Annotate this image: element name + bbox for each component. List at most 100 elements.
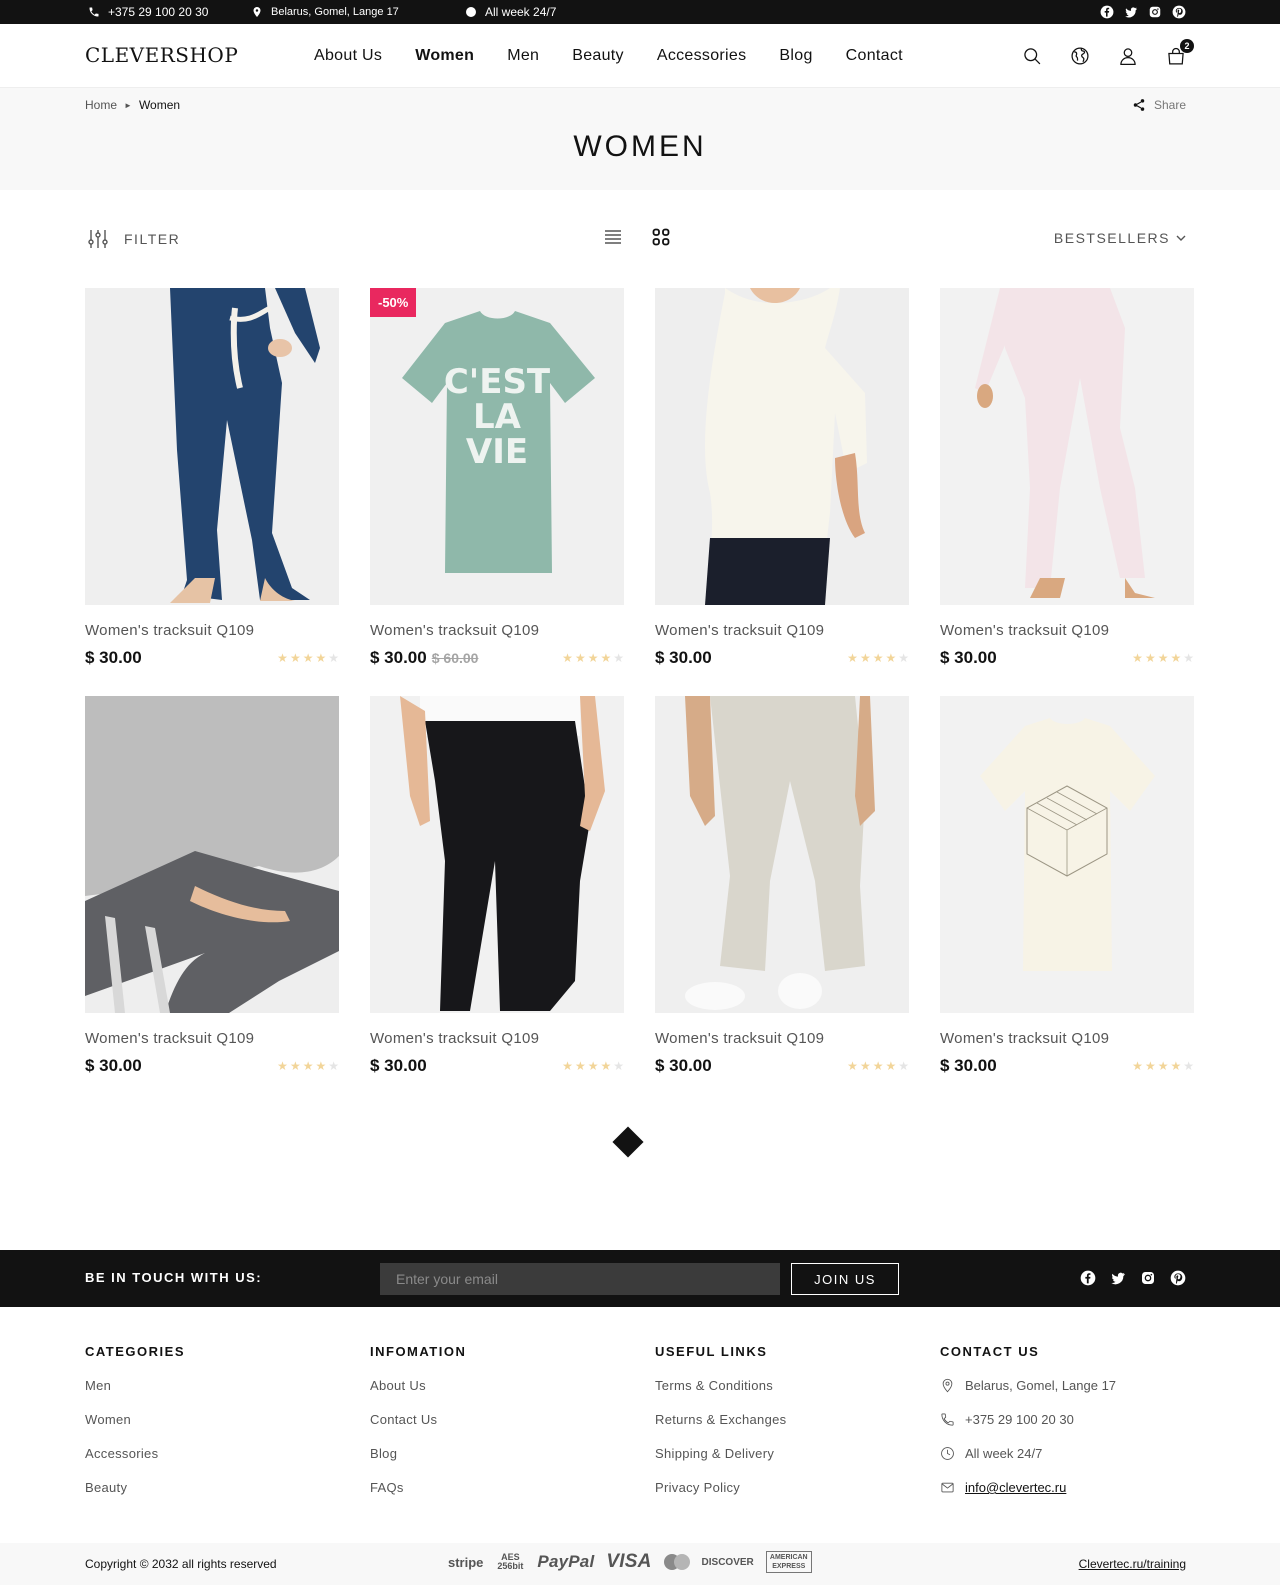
footer-link[interactable]: Returns & Exchanges bbox=[655, 1412, 940, 1427]
star-icon: ★ bbox=[315, 1059, 327, 1073]
join-button[interactable]: JOIN US bbox=[791, 1263, 899, 1295]
search-icon[interactable] bbox=[1022, 46, 1042, 66]
catalog-toolbar: FILTER BESTSELLERS bbox=[0, 190, 1280, 286]
footer-link[interactable]: Contact Us bbox=[370, 1412, 655, 1427]
svg-text:VIE: VIE bbox=[466, 432, 528, 472]
globe-icon[interactable] bbox=[1070, 46, 1090, 66]
contact-email-link[interactable]: info@clevertec.ru bbox=[965, 1480, 1066, 1495]
product-price-row: $ 30.00 ★ ★ ★ ★ ★ bbox=[85, 648, 339, 668]
grid-view-icon[interactable] bbox=[652, 228, 670, 246]
footer-link[interactable]: Terms & Conditions bbox=[655, 1378, 940, 1393]
footer-information: INFOMATION About Us Contact Us Blog FAQs bbox=[370, 1344, 655, 1514]
product-price: $ 30.00 bbox=[370, 1056, 427, 1075]
product-image[interactable] bbox=[655, 696, 909, 1013]
share-button[interactable]: Share bbox=[1132, 98, 1186, 112]
product-image[interactable] bbox=[940, 696, 1194, 1013]
product-image[interactable] bbox=[85, 696, 339, 1013]
topbar-phone-text: +375 29 100 20 30 bbox=[108, 5, 209, 19]
sort-dropdown[interactable]: BESTSELLERS bbox=[1054, 230, 1186, 246]
rating-stars: ★ ★ ★ ★ ★ bbox=[1132, 651, 1194, 665]
rating-stars: ★ ★ ★ ★ ★ bbox=[562, 651, 624, 665]
subscribe-label: BE IN TOUCH WITH US: bbox=[85, 1270, 263, 1285]
product-name[interactable]: Women's tracksuit Q109 bbox=[940, 622, 1194, 639]
product-card[interactable]: Women's tracksuit Q109 $ 30.00 ★ ★ ★ ★ ★ bbox=[85, 696, 339, 1104]
footer-link[interactable]: Shipping & Delivery bbox=[655, 1446, 940, 1461]
product-image[interactable] bbox=[655, 288, 909, 605]
product-card[interactable]: Women's tracksuit Q109 $ 30.00 ★ ★ ★ ★ ★ bbox=[85, 288, 339, 696]
nav-accessories[interactable]: Accessories bbox=[657, 47, 747, 65]
product-card[interactable]: Women's tracksuit Q109 $ 30.00 ★ ★ ★ ★ ★ bbox=[370, 696, 624, 1104]
product-image[interactable] bbox=[370, 696, 624, 1013]
footer-link[interactable]: Privacy Policy bbox=[655, 1480, 940, 1495]
facebook-icon[interactable] bbox=[1080, 1270, 1096, 1286]
topbar-phone[interactable]: +375 29 100 20 30 bbox=[88, 0, 208, 24]
twitter-icon[interactable] bbox=[1110, 1270, 1126, 1286]
nav-about-us[interactable]: About Us bbox=[314, 47, 382, 65]
product-card[interactable]: C'EST LA VIE -50% Women's tracksuit Q109 $… bbox=[370, 288, 624, 696]
footer-link[interactable]: FAQs bbox=[370, 1480, 655, 1495]
rating-stars: ★ ★ ★ ★ ★ bbox=[847, 651, 909, 665]
product-image[interactable] bbox=[85, 288, 339, 605]
facebook-icon[interactable] bbox=[1100, 5, 1114, 19]
star-icon: ★ bbox=[600, 651, 612, 665]
product-card[interactable]: Women's tracksuit Q109 $ 30.00 ★ ★ ★ ★ ★ bbox=[940, 696, 1194, 1104]
nav-men[interactable]: Men bbox=[507, 47, 539, 65]
site-link[interactable]: Clevertec.ru/training bbox=[1079, 1557, 1186, 1571]
product-name[interactable]: Women's tracksuit Q109 bbox=[370, 622, 624, 639]
star-empty-icon: ★ bbox=[613, 1059, 624, 1073]
visa-icon: VISA bbox=[606, 1551, 652, 1572]
rating-stars: ★ ★ ★ ★ ★ bbox=[562, 1059, 624, 1073]
user-icon[interactable] bbox=[1118, 46, 1138, 66]
pinterest-icon[interactable] bbox=[1170, 1270, 1186, 1286]
product-name[interactable]: Women's tracksuit Q109 bbox=[655, 1030, 909, 1047]
twitter-icon[interactable] bbox=[1124, 5, 1138, 19]
logo[interactable]: CLEVERSHOP bbox=[85, 43, 238, 67]
product-card[interactable]: Women's tracksuit Q109 $ 30.00 ★ ★ ★ ★ ★ bbox=[655, 696, 909, 1104]
contact-phone[interactable]: +375 29 100 20 30 bbox=[940, 1412, 1225, 1427]
bottom-bar: Copyright © 2032 all rights reserved str… bbox=[0, 1543, 1280, 1585]
clock-icon bbox=[465, 6, 477, 18]
mail-icon bbox=[941, 1482, 954, 1493]
product-price-row: $ 30.00 $ 60.00 ★ ★ ★ ★ ★ bbox=[370, 648, 624, 668]
footer-link[interactable]: Blog bbox=[370, 1446, 655, 1461]
star-icon: ★ bbox=[872, 1059, 884, 1073]
product-name[interactable]: Women's tracksuit Q109 bbox=[85, 1030, 339, 1047]
topbar-hours: All week 24/7 bbox=[465, 0, 556, 24]
product-card[interactable]: Women's tracksuit Q109 $ 30.00 ★ ★ ★ ★ ★ bbox=[655, 288, 909, 696]
payment-methods: stripe AES 256bit PayPal VISA DISCOVER A… bbox=[448, 1551, 812, 1573]
nav-contact[interactable]: Contact bbox=[846, 47, 903, 65]
filter-button[interactable]: FILTER bbox=[86, 227, 180, 251]
instagram-icon[interactable] bbox=[1140, 1270, 1156, 1286]
star-icon: ★ bbox=[302, 651, 314, 665]
nav-women[interactable]: Women bbox=[415, 47, 474, 65]
nav-beauty[interactable]: Beauty bbox=[572, 47, 624, 65]
contact-email[interactable]: info@clevertec.ru bbox=[940, 1480, 1225, 1495]
location-icon bbox=[251, 6, 263, 18]
product-price: $ 30.00 bbox=[85, 1056, 142, 1075]
product-name[interactable]: Women's tracksuit Q109 bbox=[370, 1030, 624, 1047]
breadcrumb-home[interactable]: Home bbox=[85, 98, 117, 112]
footer-link[interactable]: About Us bbox=[370, 1378, 655, 1393]
nav-blog[interactable]: Blog bbox=[779, 47, 812, 65]
product-name[interactable]: Women's tracksuit Q109 bbox=[940, 1030, 1194, 1047]
product-image[interactable] bbox=[940, 288, 1194, 605]
email-field[interactable] bbox=[380, 1263, 780, 1295]
footer-link[interactable]: Beauty bbox=[85, 1480, 370, 1495]
product-price-row: $ 30.00 ★ ★ ★ ★ ★ bbox=[655, 1056, 909, 1076]
discover-icon: DISCOVER bbox=[701, 1556, 754, 1568]
star-icon: ★ bbox=[302, 1059, 314, 1073]
instagram-icon[interactable] bbox=[1148, 5, 1162, 19]
product-name[interactable]: Women's tracksuit Q109 bbox=[655, 622, 909, 639]
star-icon: ★ bbox=[562, 651, 573, 665]
pinterest-icon[interactable] bbox=[1172, 5, 1186, 19]
product-price: $ 30.00 bbox=[370, 648, 427, 667]
star-icon: ★ bbox=[562, 1059, 573, 1073]
list-view-icon[interactable] bbox=[604, 228, 622, 246]
footer-link[interactable]: Women bbox=[85, 1412, 370, 1427]
footer-link[interactable]: Men bbox=[85, 1378, 370, 1393]
product-name[interactable]: Women's tracksuit Q109 bbox=[85, 622, 339, 639]
cart-icon[interactable]: 2 bbox=[1166, 39, 1194, 66]
product-card[interactable]: Women's tracksuit Q109 $ 30.00 ★ ★ ★ ★ ★ bbox=[940, 288, 1194, 696]
footer-link[interactable]: Accessories bbox=[85, 1446, 370, 1461]
product-image[interactable]: C'EST LA VIE -50% bbox=[370, 288, 624, 605]
